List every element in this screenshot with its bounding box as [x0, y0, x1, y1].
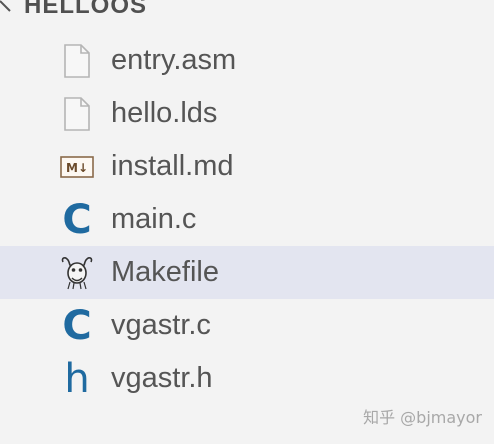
file-explorer-panel: HELLOOS entry.asm hello.lds M↓ install.m…	[0, 0, 494, 444]
header-file-icon: h	[58, 359, 96, 399]
file-item-vgastr-h[interactable]: h vgastr.h	[0, 352, 494, 405]
file-label: main.c	[111, 203, 197, 235]
file-item-entry-asm[interactable]: entry.asm	[0, 34, 494, 87]
file-item-hello-lds[interactable]: hello.lds	[0, 87, 494, 140]
file-list: entry.asm hello.lds M↓ install.md C main…	[0, 34, 494, 405]
file-icon	[58, 94, 96, 134]
file-label: Makefile	[111, 256, 219, 288]
gnu-makefile-icon	[58, 253, 96, 293]
watermark: 知乎 @bjmayor	[363, 408, 482, 427]
chevron-down-icon[interactable]	[0, 0, 16, 17]
file-label: vgastr.h	[111, 362, 213, 394]
file-icon	[58, 41, 96, 81]
c-language-icon: C	[58, 306, 96, 346]
file-label: vgastr.c	[111, 309, 211, 341]
c-language-icon: C	[58, 200, 96, 240]
file-label: entry.asm	[111, 44, 237, 76]
markdown-badge: M↓	[66, 161, 88, 175]
markdown-icon: M↓	[58, 147, 96, 187]
file-item-main-c[interactable]: C main.c	[0, 193, 494, 246]
file-item-makefile[interactable]: Makefile	[0, 246, 494, 299]
file-label: install.md	[111, 150, 234, 182]
folder-name: HELLOOS	[24, 0, 148, 19]
c-glyph: C	[62, 196, 92, 243]
file-item-install-md[interactable]: M↓ install.md	[0, 140, 494, 193]
c-glyph: C	[62, 302, 92, 349]
h-glyph: h	[64, 355, 90, 402]
file-label: hello.lds	[111, 97, 218, 129]
file-item-vgastr-c[interactable]: C vgastr.c	[0, 299, 494, 352]
folder-header[interactable]: HELLOOS	[0, 0, 147, 22]
